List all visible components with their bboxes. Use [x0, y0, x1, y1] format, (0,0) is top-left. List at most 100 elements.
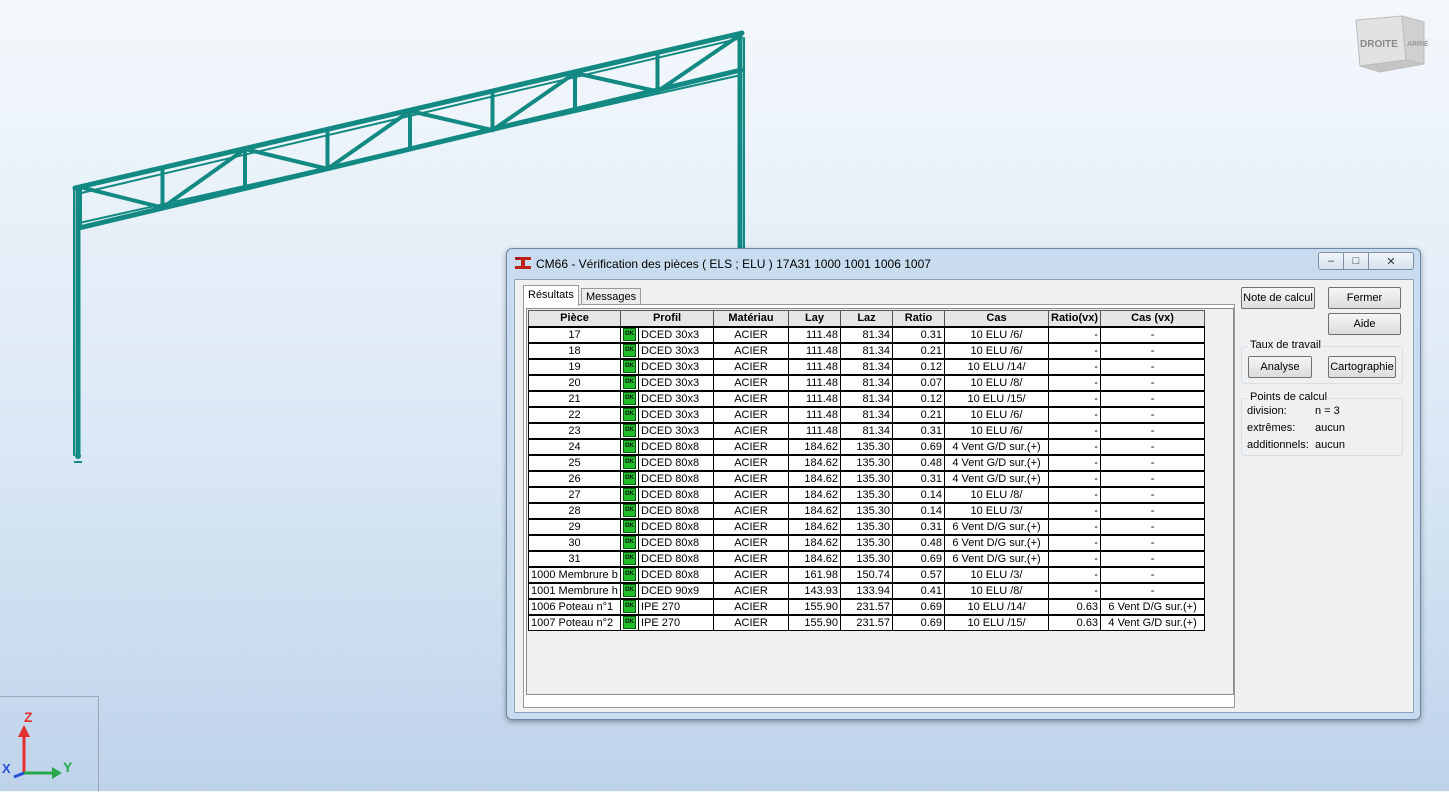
cartographie-button[interactable]: Cartographie: [1328, 356, 1396, 378]
column-base-support: [74, 453, 82, 463]
view-cube-side-label: ARRIÈ: [1407, 39, 1428, 48]
table-row[interactable]: 28 OK DCED 80x8 ACIER 184.62 135.30 0.14 10 ELU…: [528, 501, 1206, 519]
cell-ratio: 0.31: [892, 517, 945, 535]
results-grid[interactable]: Pièce Profil Matériau Lay Laz Ratio Cas …: [526, 308, 1234, 695]
cell-lay: 184.62: [788, 501, 841, 519]
cell-piece: 18: [528, 341, 621, 359]
table-row[interactable]: 1006 Poteau n°1 OK IPE 270 ACIER 155.90 231.5…: [528, 597, 1206, 615]
cell-cas: 4 Vent G/D sur.(+): [944, 453, 1049, 471]
cell-ratio: 0.31: [892, 325, 945, 343]
analyse-button[interactable]: Analyse: [1248, 356, 1312, 378]
cell-piece: 27: [528, 485, 621, 503]
table-row[interactable]: 30 OK DCED 80x8 ACIER 184.62 135.30 0.48 6 Vent…: [528, 533, 1206, 551]
table-row[interactable]: 31 OK DCED 80x8 ACIER 184.62 135.30 0.69 6 Vent…: [528, 549, 1206, 567]
table-row[interactable]: 27 OK DCED 80x8 ACIER 184.62 135.30 0.14 10 ELU…: [528, 485, 1206, 503]
cell-materiau: ACIER: [713, 533, 789, 551]
cell-profil: DCED 30x3: [638, 357, 714, 375]
cell-profil: DCED 80x8: [638, 565, 714, 583]
taux-de-travail-group: Taux de travail Analyse Cartographie: [1241, 339, 1403, 384]
cell-materiau: ACIER: [713, 421, 789, 439]
column-header-ratio-vx[interactable]: Ratio(vx): [1047, 310, 1102, 327]
column-header-lay[interactable]: Lay: [788, 310, 841, 327]
note-de-calcul-button[interactable]: Note de calcul: [1241, 287, 1315, 309]
truss-diagonal[interactable]: [243, 147, 330, 171]
cell-ratio-vx: -: [1047, 485, 1102, 503]
ok-status-icon: OK: [623, 408, 636, 421]
table-row[interactable]: 20 OK DCED 30x3 ACIER 111.48 81.34 0.07 10 ELU …: [528, 373, 1206, 391]
cell-lay: 184.62: [788, 517, 841, 535]
cell-cas: 6 Vent D/G sur.(+): [944, 517, 1049, 535]
cell-ratio: 0.48: [892, 453, 945, 471]
column-header-materiau[interactable]: Matériau: [713, 310, 789, 327]
minimize-button[interactable]: –: [1318, 252, 1344, 270]
cell-cas-vx: -: [1100, 533, 1206, 551]
truss-diagonal[interactable]: [573, 71, 660, 94]
column-header-cas[interactable]: Cas: [944, 310, 1049, 327]
column-header-cas-vx[interactable]: Cas (vx): [1100, 310, 1206, 327]
close-icon: ✕: [1386, 255, 1396, 268]
results-table: Pièce Profil Matériau Lay Laz Ratio Cas …: [528, 310, 1206, 631]
aide-button[interactable]: Aide: [1328, 313, 1401, 335]
cell-materiau: ACIER: [713, 373, 789, 391]
cell-cas-vx: -: [1100, 437, 1206, 455]
table-row[interactable]: 29 OK DCED 80x8 ACIER 184.62 135.30 0.31 6 Vent…: [528, 517, 1206, 535]
cell-status: OK: [620, 373, 639, 391]
table-row[interactable]: 22 OK DCED 30x3 ACIER 111.48 81.34 0.21 10 ELU …: [528, 405, 1206, 423]
column-header-piece[interactable]: Pièce: [528, 310, 621, 327]
cell-cas-vx: -: [1100, 357, 1206, 375]
tab-messages[interactable]: Messages: [581, 288, 642, 305]
truss-diagonal[interactable]: [408, 109, 495, 133]
ok-status-icon: OK: [623, 344, 636, 357]
view-cube[interactable]: DROITE ARRIÈ: [1352, 14, 1428, 76]
cell-ratio-vx: -: [1047, 533, 1102, 551]
ok-status-icon: OK: [623, 552, 636, 565]
cell-lay: 111.48: [788, 405, 841, 423]
cell-laz: 135.30: [840, 485, 893, 503]
cell-piece: 1001 Membrure h: [528, 581, 621, 599]
maximize-icon: □: [1352, 255, 1360, 267]
close-button[interactable]: ✕: [1369, 252, 1414, 270]
cell-ratio: 0.12: [892, 357, 945, 375]
table-row[interactable]: 25 OK DCED 80x8 ACIER 184.62 135.30 0.48 4 Vent…: [528, 453, 1206, 471]
ok-status-icon: OK: [623, 568, 636, 581]
cell-cas: 10 ELU /6/: [944, 421, 1049, 439]
table-row[interactable]: 1007 Poteau n°2 OK IPE 270 ACIER 155.90 231.5…: [528, 613, 1206, 631]
taux-de-travail-label: Taux de travail: [1248, 339, 1323, 351]
table-row[interactable]: 1001 Membrure h OK DCED 90x9 ACIER 143.93 133…: [528, 581, 1206, 599]
table-row[interactable]: 23 OK DCED 30x3 ACIER 111.48 81.34 0.31 10 ELU …: [528, 421, 1206, 439]
ok-status-icon: OK: [623, 456, 636, 469]
fermer-button[interactable]: Fermer: [1328, 287, 1401, 309]
cell-cas: 10 ELU /8/: [944, 581, 1049, 599]
ok-status-icon: OK: [623, 520, 636, 533]
cell-profil: DCED 30x3: [638, 373, 714, 391]
cell-piece: 23: [528, 421, 621, 439]
table-row[interactable]: 19 OK DCED 30x3 ACIER 111.48 81.34 0.12 10 ELU …: [528, 357, 1206, 375]
cell-materiau: ACIER: [713, 597, 789, 615]
ok-status-icon: OK: [623, 616, 636, 630]
cell-piece: 24: [528, 437, 621, 455]
cell-ratio: 0.69: [892, 437, 945, 455]
cell-ratio-vx: -: [1047, 325, 1102, 343]
table-row[interactable]: 21 OK DCED 30x3 ACIER 111.48 81.34 0.12 10 ELU …: [528, 389, 1206, 407]
column-header-profil[interactable]: Profil: [620, 310, 714, 327]
column-header-ratio[interactable]: Ratio: [892, 310, 945, 327]
column-header-laz[interactable]: Laz: [840, 310, 893, 327]
cell-lay: 111.48: [788, 341, 841, 359]
ok-status-icon: OK: [623, 392, 636, 405]
cell-materiau: ACIER: [713, 485, 789, 503]
table-row[interactable]: 26 OK DCED 80x8 ACIER 184.62 135.30 0.31 4 Vent…: [528, 469, 1206, 487]
cell-status: OK: [620, 581, 639, 599]
tab-resultats[interactable]: Résultats: [523, 285, 579, 306]
table-row[interactable]: 24 OK DCED 80x8 ACIER 184.62 135.30 0.69 4 Vent…: [528, 437, 1206, 455]
table-row[interactable]: 1000 Membrure b OK DCED 80x8 ACIER 161.98 150…: [528, 565, 1206, 583]
cell-profil: DCED 30x3: [638, 405, 714, 423]
cell-lay: 111.48: [788, 357, 841, 375]
truss-diagonal[interactable]: [78, 185, 165, 210]
table-row[interactable]: 17 OK DCED 30x3 ACIER 111.48 81.34 0.31 10 ELU …: [528, 325, 1206, 343]
cell-laz: 231.57: [840, 613, 893, 631]
dialog-titlebar[interactable]: CM66 - Vérification des pièces ( ELS ; E…: [507, 249, 1420, 277]
cell-cas: 10 ELU /3/: [944, 565, 1049, 583]
cell-ratio-vx: 0.63: [1047, 597, 1102, 615]
maximize-button[interactable]: □: [1344, 252, 1369, 270]
table-row[interactable]: 18 OK DCED 30x3 ACIER 111.48 81.34 0.21 10 ELU …: [528, 341, 1206, 359]
